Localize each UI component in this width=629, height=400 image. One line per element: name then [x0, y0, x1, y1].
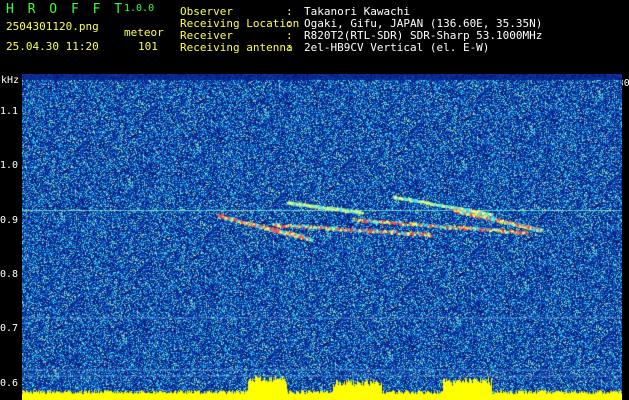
y-tick-label: 1.1: [0, 106, 19, 118]
location-value: Ogaki, Gifu, JAPAN (136.60E, 35.35N): [304, 17, 543, 30]
observer-label: Observer: [180, 5, 233, 18]
y-tick-label: 0.7: [0, 323, 19, 335]
event-count: 101: [138, 40, 158, 53]
location-colon: :: [286, 17, 293, 30]
antenna-label: Receiving antenna: [180, 41, 293, 54]
observer-value: Takanori Kawachi: [304, 5, 410, 18]
receiver-value: R820T2(RTL-SDR) SDR-Sharp 53.1000MHz: [304, 29, 543, 42]
y-axis-unit: kHz: [1, 75, 20, 86]
receiver-colon: :: [286, 29, 293, 42]
antenna-colon: :: [286, 41, 293, 54]
detection-mode: meteor: [124, 26, 164, 39]
y-tick-label: 0.6: [0, 377, 19, 389]
receiver-label: Receiver: [180, 29, 233, 42]
app-title: H R O F F T: [6, 2, 126, 17]
file-name: 2504301120.png: [6, 20, 99, 33]
date-time: 25.04.30 11:20: [6, 40, 99, 53]
spectrogram-area: [22, 74, 622, 400]
y-tick-label: 0.9: [0, 214, 19, 226]
header-panel: H R O F F T 1.0.0 2504301120.png meteor …: [0, 0, 629, 74]
antenna-value: 2el-HB9CV Vertical (el. E-W): [304, 41, 490, 54]
observer-colon: :: [286, 5, 293, 18]
y-tick-label: 1.0: [0, 160, 19, 172]
spectrogram-canvas: [22, 74, 622, 400]
y-tick-label: 0.8: [0, 269, 19, 281]
app-version: 1.0.0: [124, 3, 155, 14]
location-label: Receiving Location: [180, 17, 300, 30]
